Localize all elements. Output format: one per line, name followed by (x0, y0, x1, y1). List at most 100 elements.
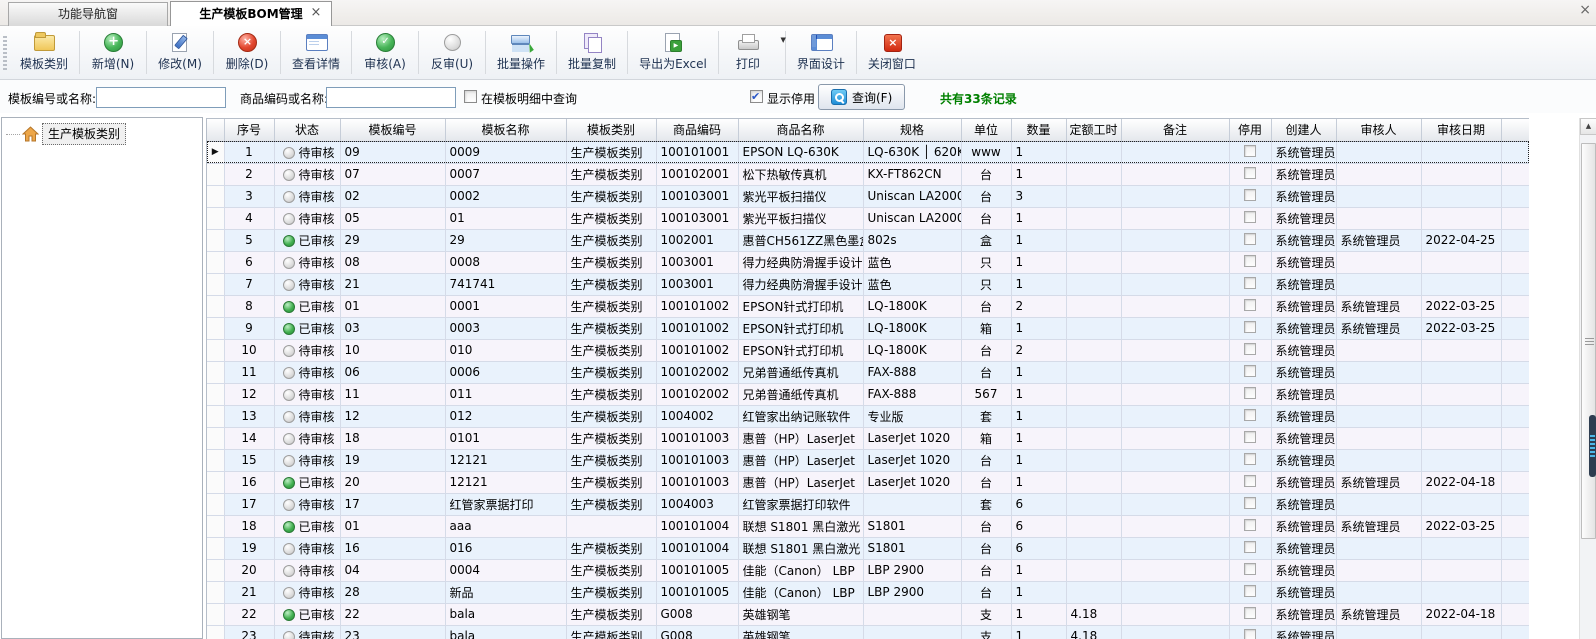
cell-audit_date[interactable] (1421, 449, 1501, 471)
cell-remark[interactable] (1121, 427, 1229, 449)
cell-creator[interactable]: 系统管理员 (1271, 317, 1336, 339)
row-indicator-cell[interactable] (207, 273, 224, 295)
cell-product_name[interactable]: 紫光平板扫描仪 (738, 207, 863, 229)
table-row[interactable]: 12待审核11011生产模板类别100102002兄弟普通纸传真机FAX-888… (207, 383, 1529, 405)
row-indicator-cell[interactable]: ▶ (207, 141, 224, 163)
unapprove-button[interactable]: 反审(U) (420, 26, 484, 79)
cell-unit[interactable]: 台 (961, 449, 1011, 471)
cell-disabled[interactable] (1229, 581, 1271, 603)
row-indicator-cell[interactable] (207, 603, 224, 625)
cell-product_code[interactable]: 100102001 (656, 163, 738, 185)
cell-auditor[interactable]: 系统管理员 (1336, 295, 1421, 317)
cell-hours[interactable] (1066, 185, 1121, 207)
cell-creator[interactable]: 系统管理员 (1271, 493, 1336, 515)
row-indicator-cell[interactable] (207, 317, 224, 339)
cell-auditor[interactable] (1336, 207, 1421, 229)
cell-creator[interactable]: 系统管理员 (1271, 471, 1336, 493)
row-indicator-cell[interactable] (207, 581, 224, 603)
cell-audit_date[interactable]: 2022-03-25 (1421, 295, 1501, 317)
cell-disabled[interactable] (1229, 493, 1271, 515)
cell-product_code[interactable]: 1003001 (656, 273, 738, 295)
cell-status[interactable]: 待审核 (274, 493, 340, 515)
cell-qty[interactable]: 1 (1011, 251, 1066, 273)
cell-audit_date[interactable] (1421, 625, 1501, 639)
cell-remark[interactable] (1121, 493, 1229, 515)
disable-checkbox[interactable] (1244, 343, 1256, 355)
cell-seq[interactable]: 14 (224, 427, 274, 449)
cell-seq[interactable]: 19 (224, 537, 274, 559)
cell-creator[interactable]: 系统管理员 (1271, 427, 1336, 449)
cell-disabled[interactable] (1229, 317, 1271, 339)
print-button[interactable]: 打印▼ (720, 26, 784, 79)
cell-qty[interactable]: 1 (1011, 141, 1066, 163)
search-in-detail-checkbox[interactable] (464, 90, 477, 103)
cell-disabled[interactable] (1229, 515, 1271, 537)
cell-category[interactable]: 生产模板类别 (566, 405, 656, 427)
cell-product_code[interactable]: 1004002 (656, 405, 738, 427)
cell-hours[interactable] (1066, 537, 1121, 559)
column-header-8[interactable]: 规格 (863, 119, 961, 141)
cell-status[interactable]: 已审核 (274, 229, 340, 251)
cell-category[interactable]: 生产模板类别 (566, 361, 656, 383)
cell-disabled[interactable] (1229, 405, 1271, 427)
cell-seq[interactable]: 1 (224, 141, 274, 163)
column-header-13[interactable]: 停用 (1229, 119, 1271, 141)
cell-status[interactable]: 待审核 (274, 141, 340, 163)
cell-qty[interactable]: 1 (1011, 163, 1066, 185)
disable-checkbox[interactable] (1244, 233, 1256, 245)
cell-seq[interactable]: 4 (224, 207, 274, 229)
cell-auditor[interactable] (1336, 537, 1421, 559)
row-indicator-cell[interactable] (207, 251, 224, 273)
disable-checkbox[interactable] (1244, 321, 1256, 333)
cell-product_code[interactable]: G008 (656, 625, 738, 639)
row-indicator-cell[interactable] (207, 383, 224, 405)
cell-hours[interactable] (1066, 141, 1121, 163)
cell-hours[interactable] (1066, 449, 1121, 471)
cell-product_name[interactable]: 惠普（HP）LaserJet (738, 427, 863, 449)
cell-product_code[interactable]: 100101003 (656, 427, 738, 449)
cell-category[interactable]: 生产模板类别 (566, 141, 656, 163)
cell-spec[interactable] (863, 625, 961, 639)
cell-hours[interactable]: 4.18 (1066, 625, 1121, 639)
toolbar-grip-handle[interactable] (3, 36, 7, 70)
cell-product_name[interactable]: 兄弟普通纸传真机 (738, 383, 863, 405)
disable-checkbox[interactable] (1244, 607, 1256, 619)
cell-product_code[interactable]: 1002001 (656, 229, 738, 251)
query-button[interactable]: 查询(F) (818, 84, 905, 110)
cell-audit_date[interactable] (1421, 427, 1501, 449)
cell-disabled[interactable] (1229, 361, 1271, 383)
table-row[interactable]: 5已审核2929生产模板类别1002001惠普CH561ZZ黑色墨盒802s盒1… (207, 229, 1529, 251)
cell-creator[interactable]: 系统管理员 (1271, 273, 1336, 295)
cell-remark[interactable] (1121, 471, 1229, 493)
cell-creator[interactable]: 系统管理员 (1271, 581, 1336, 603)
disable-checkbox[interactable] (1244, 145, 1256, 157)
overlay-scrollbar-thumb[interactable] (1589, 415, 1596, 477)
cell-name[interactable]: 0004 (445, 559, 566, 581)
cell-spec[interactable] (863, 603, 961, 625)
cell-remark[interactable] (1121, 405, 1229, 427)
cell-unit[interactable]: 台 (961, 295, 1011, 317)
cell-hours[interactable] (1066, 317, 1121, 339)
cell-seq[interactable]: 15 (224, 449, 274, 471)
cell-unit[interactable]: 台 (961, 515, 1011, 537)
cell-hours[interactable] (1066, 471, 1121, 493)
cell-status[interactable]: 已审核 (274, 515, 340, 537)
disable-checkbox[interactable] (1244, 387, 1256, 399)
cell-code[interactable]: 10 (340, 339, 445, 361)
cell-name[interactable]: 0009 (445, 141, 566, 163)
cell-audit_date[interactable] (1421, 581, 1501, 603)
cell-audit_date[interactable] (1421, 537, 1501, 559)
cell-audit_date[interactable] (1421, 383, 1501, 405)
template-filter-input[interactable] (96, 87, 226, 108)
cell-qty[interactable]: 1 (1011, 383, 1066, 405)
cell-disabled[interactable] (1229, 273, 1271, 295)
cell-seq[interactable]: 12 (224, 383, 274, 405)
disable-checkbox[interactable] (1244, 277, 1256, 289)
cell-product_name[interactable]: EPSON LQ-630K (738, 141, 863, 163)
column-header-3[interactable]: 模板编号 (340, 119, 445, 141)
cell-status[interactable]: 待审核 (274, 383, 340, 405)
cell-spec[interactable]: LQ-1800K (863, 317, 961, 339)
cell-spec[interactable]: S1801 (863, 515, 961, 537)
cell-code[interactable]: 05 (340, 207, 445, 229)
cell-audit_date[interactable] (1421, 141, 1501, 163)
